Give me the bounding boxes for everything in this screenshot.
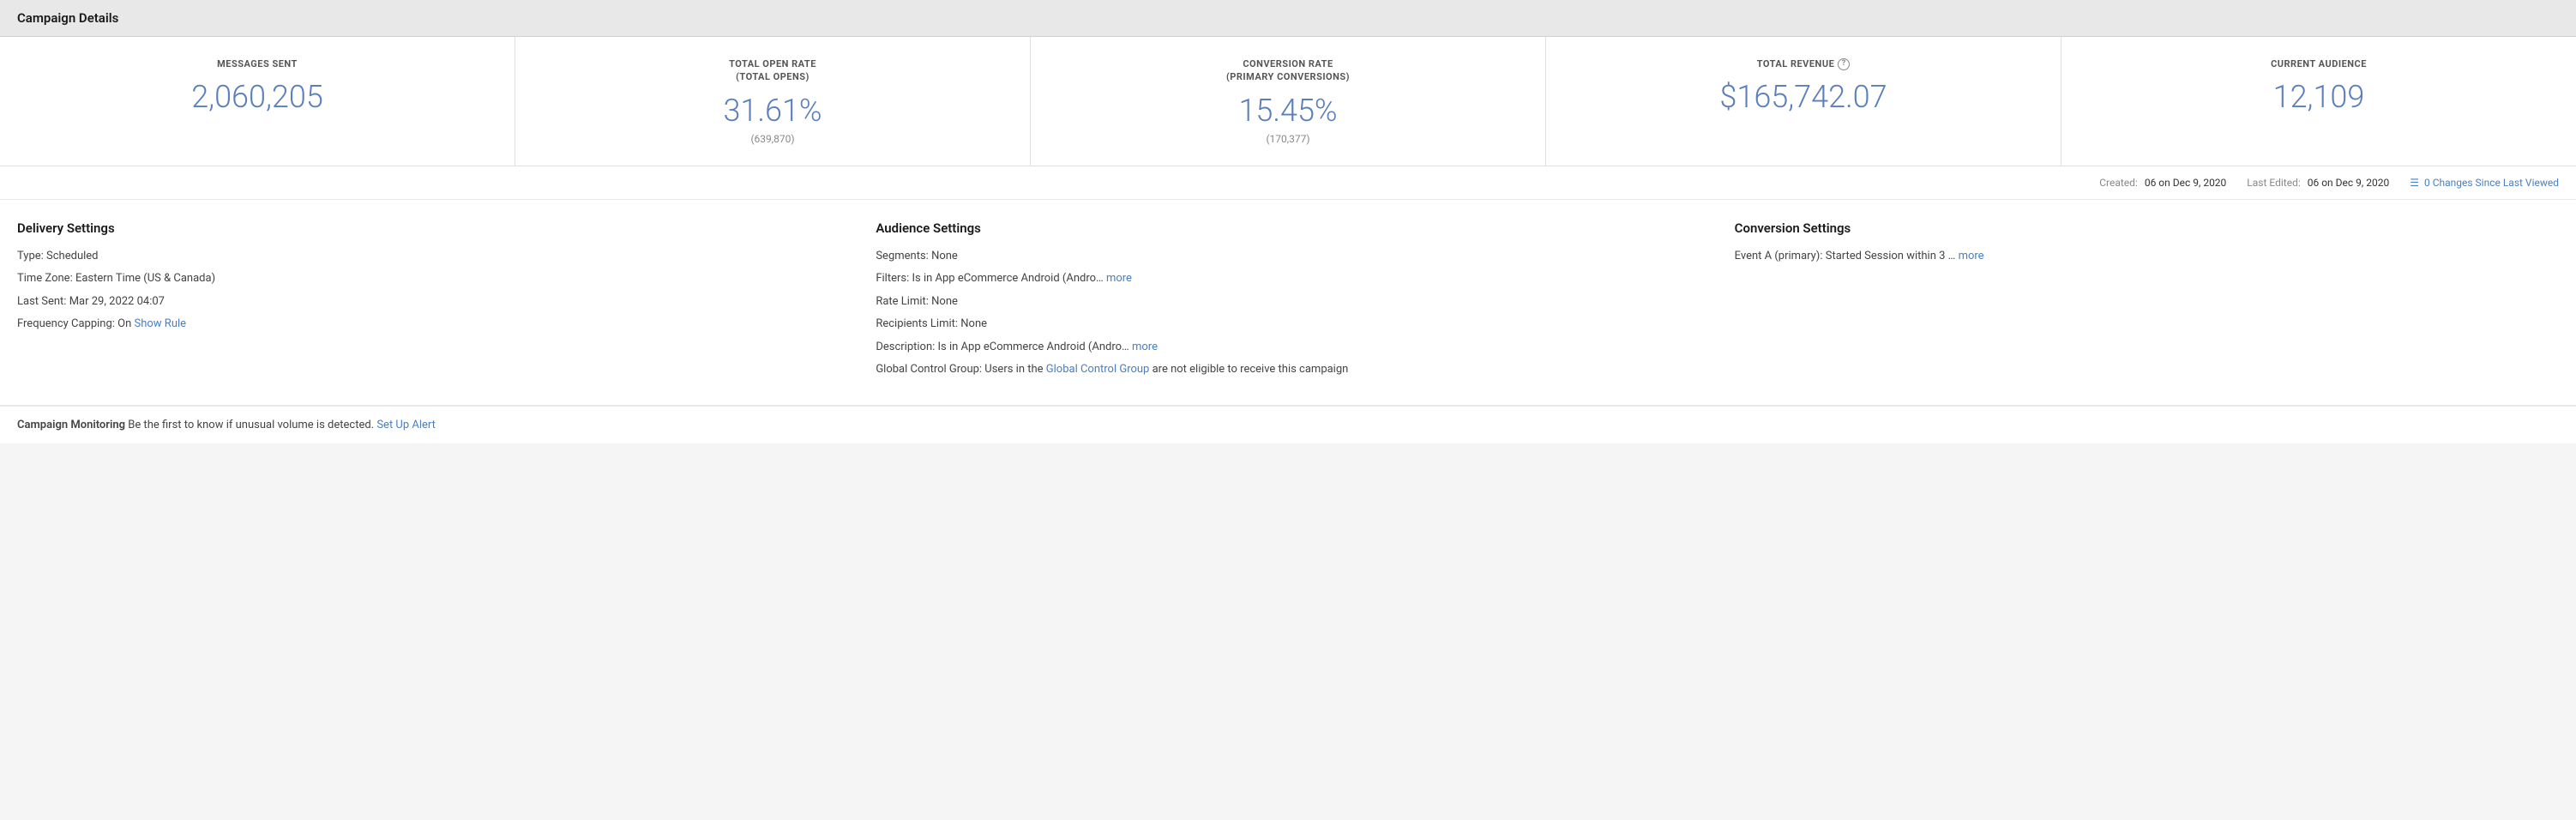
delivery-settings-heading: Delivery Settings	[17, 220, 841, 236]
delivery-type-value: Scheduled	[46, 250, 98, 262]
audience-segments-label: Segments:	[876, 250, 931, 262]
conversion-event-a-label: Event A (primary):	[1735, 250, 1823, 262]
audience-description-label: Description:	[876, 341, 937, 353]
metric-total-open-rate-label: TOTAL OPEN RATE (TOTAL OPENS)	[533, 57, 1013, 84]
delivery-type-row: Type: Scheduled	[17, 248, 841, 265]
created-label: Created:	[2099, 177, 2138, 189]
audience-segments-row: Segments: None	[876, 248, 1700, 265]
audience-globalcontrol-value-before: Users in the	[984, 363, 1045, 376]
audience-recipientslimit-value: None	[960, 317, 987, 330]
monitoring-bar: Campaign Monitoring Be the first to know…	[0, 406, 2576, 443]
delivery-frequency-value: On	[117, 317, 134, 330]
metric-total-revenue: TOTAL REVENUE ? $165,742.07	[1546, 37, 2061, 166]
monitoring-bold-text: Campaign Monitoring	[17, 419, 125, 431]
conversion-settings-heading: Conversion Settings	[1735, 220, 2559, 236]
metric-total-revenue-label: TOTAL REVENUE ?	[1563, 57, 2043, 70]
audience-settings-heading: Audience Settings	[876, 220, 1700, 236]
conversion-event-a-value: Started Session within 3 …	[1826, 250, 1959, 262]
delivery-timezone-row: Time Zone: Eastern Time (US & Canada)	[17, 270, 841, 287]
audience-globalcontrol-label: Global Control Group:	[876, 363, 984, 376]
list-icon: ☰	[2410, 177, 2419, 189]
metric-total-open-rate-sub: (639,870)	[533, 133, 1013, 145]
audience-description-value: Is in App eCommerce Android (Andro…	[938, 341, 1132, 353]
audience-ratelimit-row: Rate Limit: None	[876, 293, 1700, 311]
delivery-timezone-value: Eastern Time (US & Canada)	[75, 272, 215, 285]
audience-settings-column: Audience Settings Segments: None Filters…	[876, 220, 1734, 384]
delivery-lastsent-row: Last Sent: Mar 29, 2022 04:07	[17, 293, 841, 311]
delivery-lastsent-value: Mar 29, 2022 04:07	[69, 295, 165, 308]
metric-current-audience: CURRENT AUDIENCE 12,109	[2061, 37, 2576, 166]
changes-label: 0 Changes Since Last Viewed	[2424, 177, 2559, 189]
audience-recipientslimit-label: Recipients Limit:	[876, 317, 960, 330]
changes-since-last-viewed-link[interactable]: ☰ 0 Changes Since Last Viewed	[2410, 177, 2559, 189]
audience-globalcontrol-row: Global Control Group: Users in the Globa…	[876, 361, 1700, 378]
metric-total-open-rate-value: 31.61%	[533, 93, 1013, 130]
metric-conversion-rate-label: CONVERSION RATE (PRIMARY CONVERSIONS)	[1048, 57, 1528, 84]
audience-ratelimit-value: None	[931, 295, 958, 308]
metric-current-audience-value: 12,109	[2079, 79, 2559, 116]
settings-grid: Delivery Settings Type: Scheduled Time Z…	[17, 220, 2559, 384]
metric-messages-sent-label: MESSAGES SENT	[17, 57, 497, 70]
global-control-group-link[interactable]: Global Control Group	[1046, 363, 1150, 376]
delivery-timezone-label: Time Zone:	[17, 272, 75, 285]
conversion-settings-column: Conversion Settings Event A (primary): S…	[1735, 220, 2559, 384]
page-container: Campaign Details MESSAGES SENT 2,060,205…	[0, 0, 2576, 820]
conversion-more-link[interactable]: more	[1959, 250, 1984, 262]
set-up-alert-link[interactable]: Set Up Alert	[376, 419, 436, 431]
audience-segments-value: None	[931, 250, 958, 262]
filters-more-link[interactable]: more	[1106, 272, 1132, 285]
last-edited-value: 06 on Dec 9, 2020	[2308, 177, 2389, 189]
settings-section: Delivery Settings Type: Scheduled Time Z…	[0, 200, 2576, 406]
metrics-row: MESSAGES SENT 2,060,205 TOTAL OPEN RATE …	[0, 37, 2576, 166]
created-value: 06 on Dec 9, 2020	[2145, 177, 2226, 189]
show-rule-link[interactable]: Show Rule	[135, 317, 187, 330]
audience-globalcontrol-value-after: are not eligible to receive this campaig…	[1153, 363, 1349, 376]
audience-filters-value: Is in App eCommerce Android (Andro…	[912, 272, 1105, 285]
audience-filters-row: Filters: Is in App eCommerce Android (An…	[876, 270, 1700, 287]
metric-messages-sent-value: 2,060,205	[17, 79, 497, 116]
metric-messages-sent: MESSAGES SENT 2,060,205	[0, 37, 515, 166]
metric-conversion-rate-value: 15.45%	[1048, 93, 1528, 130]
total-revenue-info-icon[interactable]: ?	[1838, 58, 1850, 70]
metric-total-revenue-value: $165,742.07	[1563, 79, 2043, 116]
campaign-details-header: Campaign Details	[0, 0, 2576, 37]
conversion-event-a-row: Event A (primary): Started Session withi…	[1735, 248, 2559, 265]
metric-total-open-rate: TOTAL OPEN RATE (TOTAL OPENS) 31.61% (63…	[515, 37, 1031, 166]
delivery-type-label: Type:	[17, 250, 46, 262]
delivery-settings-column: Delivery Settings Type: Scheduled Time Z…	[17, 220, 876, 384]
metric-conversion-rate-sub: (170,377)	[1048, 133, 1528, 145]
audience-ratelimit-label: Rate Limit:	[876, 295, 931, 308]
description-more-link[interactable]: more	[1132, 341, 1158, 353]
delivery-frequency-label: Frequency Capping:	[17, 317, 117, 330]
metric-conversion-rate: CONVERSION RATE (PRIMARY CONVERSIONS) 15…	[1031, 37, 1546, 166]
audience-description-row: Description: Is in App eCommerce Android…	[876, 339, 1700, 356]
audience-recipientslimit-row: Recipients Limit: None	[876, 316, 1700, 333]
last-edited-label: Last Edited:	[2247, 177, 2300, 189]
page-title: Campaign Details	[17, 10, 118, 26]
monitoring-text: Be the first to know if unusual volume i…	[128, 419, 376, 431]
audience-filters-label: Filters:	[876, 272, 912, 285]
delivery-lastsent-label: Last Sent:	[17, 295, 69, 308]
meta-bar: Created: 06 on Dec 9, 2020 Last Edited: …	[0, 166, 2576, 200]
metric-current-audience-label: CURRENT AUDIENCE	[2079, 57, 2559, 70]
delivery-frequency-row: Frequency Capping: On Show Rule	[17, 316, 841, 333]
